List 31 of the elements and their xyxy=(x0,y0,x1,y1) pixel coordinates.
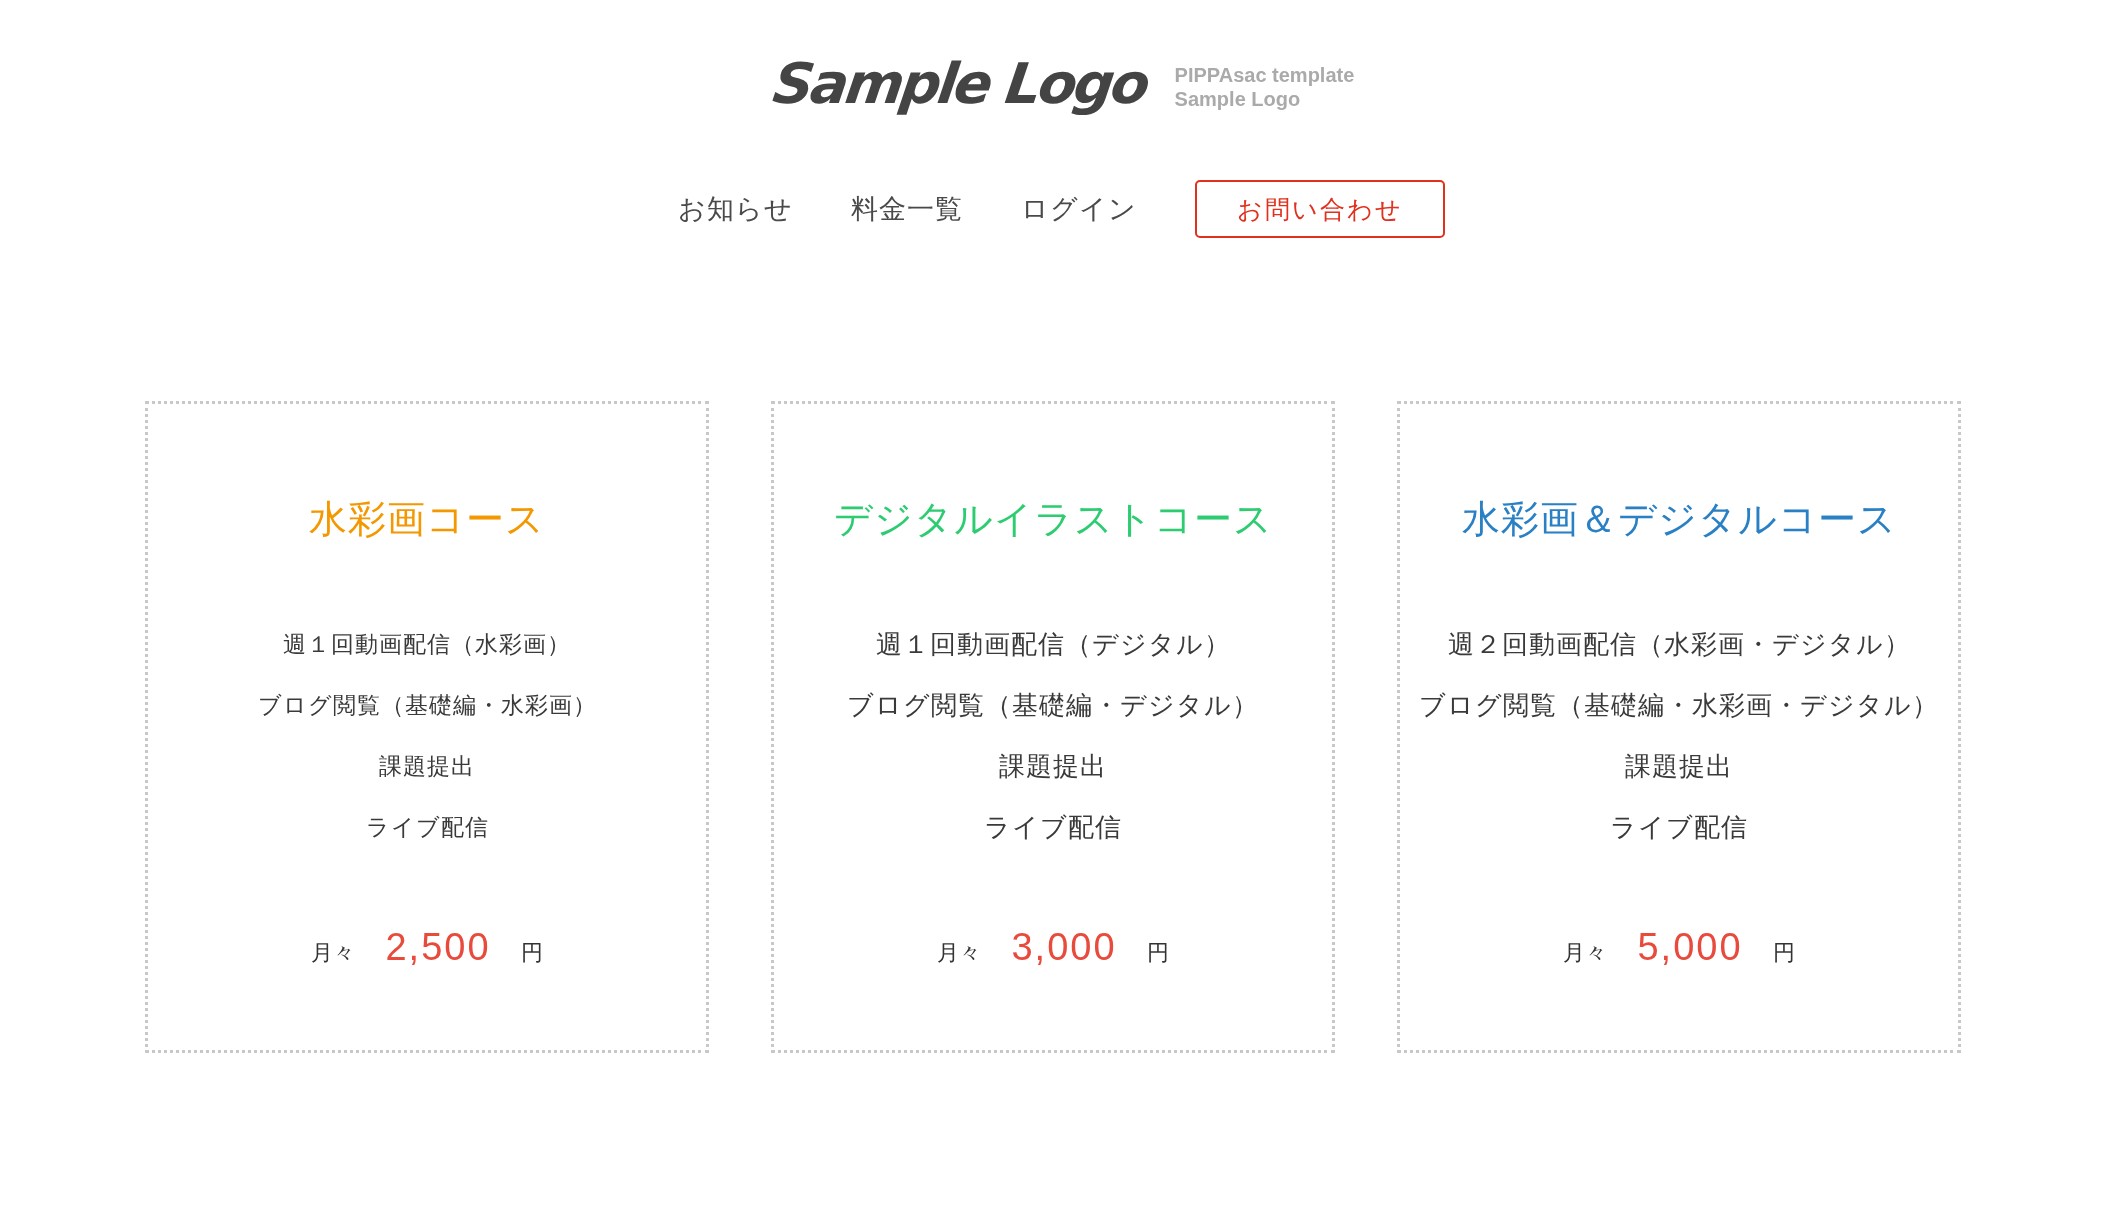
contact-button[interactable]: お問い合わせ xyxy=(1194,180,1445,238)
feature-text: ライブ配信 xyxy=(984,811,1122,844)
plan-title: デジタルイラストコース xyxy=(833,497,1273,542)
feature-text: ライブ配信 xyxy=(1610,811,1748,844)
price-unit: 円 xyxy=(1146,939,1169,967)
price-amount: 3,000 xyxy=(1011,926,1117,969)
price-unit: 円 xyxy=(1772,939,1795,967)
feature-text: 週１回動画配信（水彩画） xyxy=(283,630,571,659)
plan-title: 水彩画＆デジタルコース xyxy=(1461,497,1897,542)
logo-tagline: PIPPAsac template xyxy=(1174,63,1355,87)
price-amount: 2,500 xyxy=(385,926,491,969)
price-prefix: 月々 xyxy=(311,939,356,967)
price-unit: 円 xyxy=(520,939,543,967)
nav-link[interactable]: お知らせ xyxy=(677,191,793,227)
feature-text: ブログ閲覧（基礎編・水彩画） xyxy=(257,691,597,720)
plan-title: 水彩画コース xyxy=(309,497,545,542)
nav-link[interactable]: ログイン xyxy=(1020,191,1137,227)
feature-text: 課題提出 xyxy=(379,752,475,781)
price-amount: 5,000 xyxy=(1637,926,1743,969)
price-prefix: 月々 xyxy=(937,939,982,967)
feature-text: 課題提出 xyxy=(999,750,1107,783)
logo-text[interactable]: Sample Logo xyxy=(762,50,1158,118)
price-prefix: 月々 xyxy=(1563,939,1608,967)
feature-text: ブログ閲覧（基礎編・デジタル） xyxy=(847,689,1259,722)
logo-tagline: Sample Logo xyxy=(1174,87,1302,111)
nav-link[interactable]: 料金一覧 xyxy=(850,191,963,227)
feature-text: 週２回動画配信（水彩画・デジタル） xyxy=(1447,628,1911,661)
feature-text: ブログ閲覧（基礎編・水彩画・デジタル） xyxy=(1419,689,1939,722)
feature-text: 週１回動画配信（デジタル） xyxy=(875,628,1231,661)
feature-text: ライブ配信 xyxy=(365,813,489,842)
feature-text: 課題提出 xyxy=(1625,750,1733,783)
